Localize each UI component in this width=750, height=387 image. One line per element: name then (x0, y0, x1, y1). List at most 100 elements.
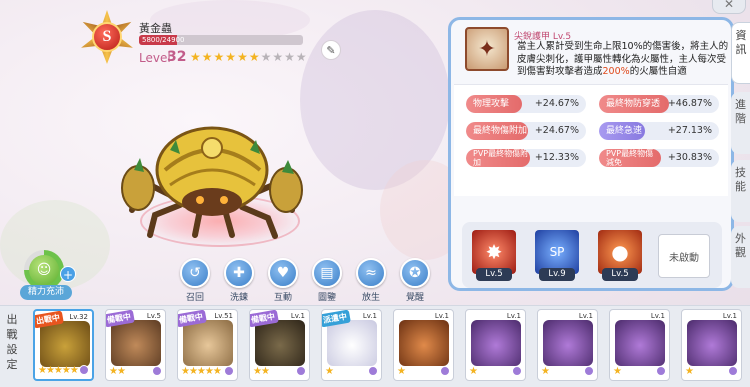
pet-portrait (327, 320, 377, 366)
rename-button[interactable]: ✎ (321, 40, 341, 60)
side-tab-label: 資訊 (735, 29, 747, 56)
roster-pet-slot[interactable]: Lv.1 ★ 派遣中 (321, 309, 382, 381)
action-label: 放生 (361, 293, 380, 303)
roster-pet-slot[interactable]: Lv.5 ★★ 備戰中 (105, 309, 166, 381)
action-button-2[interactable]: ♥ 互動 (266, 258, 300, 303)
gem-icon (584, 366, 594, 376)
skill-slot[interactable]: ✸ Lv.5 (470, 230, 518, 282)
gem-icon (224, 366, 234, 376)
close-icon: ✕ (723, 0, 735, 11)
rank-badge: S (80, 10, 134, 64)
skill-slot-level: Lv.9 (539, 268, 575, 281)
skill-slot[interactable]: ● Lv.5 (596, 230, 644, 282)
happy-face-icon: ☺ (29, 255, 59, 285)
energy-gauge[interactable]: ☺ + 精力充沛 (18, 250, 76, 300)
level-value: 32 (167, 49, 187, 65)
pet-portrait (255, 320, 305, 366)
heart-icon: ♥ (268, 258, 298, 288)
star-icon: ★ (272, 50, 284, 64)
action-label: 洗鍊 (229, 293, 248, 303)
action-label: 圖鑒 (317, 293, 336, 303)
background-decoration (150, 0, 310, 40)
pet-slot-stars: ★★ (109, 366, 126, 377)
star-icon: ★ (190, 50, 201, 64)
deploy-settings-label[interactable]: 出戰設定 (2, 312, 22, 372)
star-icon: ★ (284, 50, 295, 64)
action-button-4[interactable]: ≈ 放生 (354, 258, 388, 303)
gem-icon (440, 366, 450, 376)
stat-label: PVP最終物傷減免 (599, 149, 661, 167)
stat-label: 最終物防穿透 (599, 95, 669, 113)
action-button-1[interactable]: ✚ 洗鍊 (222, 258, 256, 303)
skill-slots: ✸ Lv.5 SP Lv.9 ● Lv.5 未啟動 (462, 222, 722, 288)
pet-portrait (615, 320, 665, 366)
pet-slot-stars: ★ (685, 366, 694, 377)
roster-pet-slot[interactable]: Lv.1 ★ (465, 309, 526, 381)
skill-description: 當主人累計受到生命上限10%的傷害後，將主人的皮膚尖刺化，護甲屬性轉化為火屬性，… (517, 41, 729, 79)
pet-portrait (183, 320, 233, 366)
stat-value: +24.67% (534, 98, 579, 109)
gem-icon (368, 366, 378, 376)
pet-portrait (40, 321, 90, 367)
pet-slot-stars: ★ (325, 366, 334, 377)
pet-slot-level: Lv.1 (650, 312, 665, 320)
pet-info-panel: ✦ 尖銳護甲 Lv.5 當主人累計受到生命上限10%的傷害後，將主人的皮膚尖刺化… (448, 17, 734, 291)
pet-name: 黃金蟲 (139, 22, 172, 35)
release-icon: ≈ (356, 258, 386, 288)
gem-icon (79, 365, 89, 375)
action-label: 召回 (185, 293, 204, 303)
roster-pet-slot[interactable]: Lv.1 ★ (393, 309, 454, 381)
level-label: Level (139, 51, 171, 65)
game-screen: S 黃金蟲 5800/24900 Level 32 ★ ★ ★ ★ ★ ★ ★ ★ ★ ★ ✎ (0, 0, 750, 387)
roster-pet-slot[interactable]: Lv.1 ★★ 備戰中 (249, 309, 310, 381)
close-button[interactable]: ✕ (712, 0, 746, 14)
action-button-5[interactable]: ✪ 覺醒 (398, 258, 432, 303)
roster-pet-slot[interactable]: Lv.1 ★ (537, 309, 598, 381)
star-rating: ★ ★ ★ ★ ★ ★ ★ ★ ★ ★ (190, 51, 307, 63)
pet-slot-level: Lv.1 (290, 312, 305, 320)
action-button-3[interactable]: ▤ 圖鑒 (310, 258, 344, 303)
unactivated-slot[interactable]: 未啟動 (658, 234, 710, 278)
skill-slot[interactable]: SP Lv.9 (533, 230, 581, 282)
star-icon: ★ (295, 50, 307, 64)
add-energy-button[interactable]: + (60, 266, 76, 282)
pet-slot-level: Lv.32 (69, 313, 88, 321)
roster-pet-slot[interactable]: Lv.1 ★ (609, 309, 670, 381)
skill-slot-level: Lv.5 (602, 268, 638, 281)
pet-model[interactable] (110, 110, 320, 260)
pet-portrait (399, 320, 449, 366)
side-tab-1[interactable]: 進階 (731, 92, 750, 154)
spiked-armor-icon[interactable]: ✦ (465, 27, 509, 71)
stat-label: 最終物傷附加 (466, 122, 528, 140)
side-tab-label: 外觀 (735, 232, 746, 259)
book-icon: ▤ (312, 258, 342, 288)
stat-row: 物理攻擊 +24.67% (466, 95, 586, 113)
pet-slot-level: Lv.1 (362, 312, 377, 320)
stat-value: +12.33% (534, 152, 579, 163)
pencil-icon: ✎ (326, 43, 336, 57)
awaken-icon: ✪ (400, 258, 430, 288)
pet-slot-stars: ★ (397, 366, 406, 377)
pet-slot-level: Lv.1 (722, 312, 737, 320)
side-tab-3[interactable]: 外觀 (731, 226, 750, 288)
roster-pet-slot[interactable]: Lv.1 ★ (681, 309, 742, 381)
golden-beetle-icon (121, 126, 303, 239)
skill-slot-level: Lv.5 (476, 268, 512, 281)
stat-row: 最終急速 +27.13% (599, 122, 719, 140)
pet-slot-level: Lv.1 (434, 312, 449, 320)
stats-list: 物理攻擊 +24.67% 最終物防穿透 +46.87% 最終物傷附加 +24.67% 最終急… (454, 84, 728, 196)
roster-pet-slot[interactable]: Lv.32 ★★★★★ 出戰中 (33, 309, 94, 381)
star-icon: ★ (237, 50, 248, 64)
star-icon: ★ (213, 50, 225, 64)
pet-slot-stars: ★★★★★ (181, 366, 222, 377)
action-button-0[interactable]: ↺ 召回 (178, 258, 212, 303)
pet-slot-level: Lv.1 (578, 312, 593, 320)
roster-pet-slot[interactable]: Lv.51 ★★★★★ 備戰中 (177, 309, 238, 381)
pet-action-bar: ↺ 召回 ✚ 洗鍊 ♥ 互動 ▤ 圖鑒 ≈ 放生 ✪ 覺醒 (178, 258, 432, 303)
recall-icon: ↺ (180, 258, 210, 288)
stat-value: +27.13% (667, 125, 712, 136)
pet-slot-level: Lv.51 (214, 312, 233, 320)
pet-slot-stars: ★ (469, 366, 478, 377)
side-tab-0[interactable]: 資訊 (731, 22, 750, 84)
side-tab-2[interactable]: 技能 (731, 160, 750, 222)
